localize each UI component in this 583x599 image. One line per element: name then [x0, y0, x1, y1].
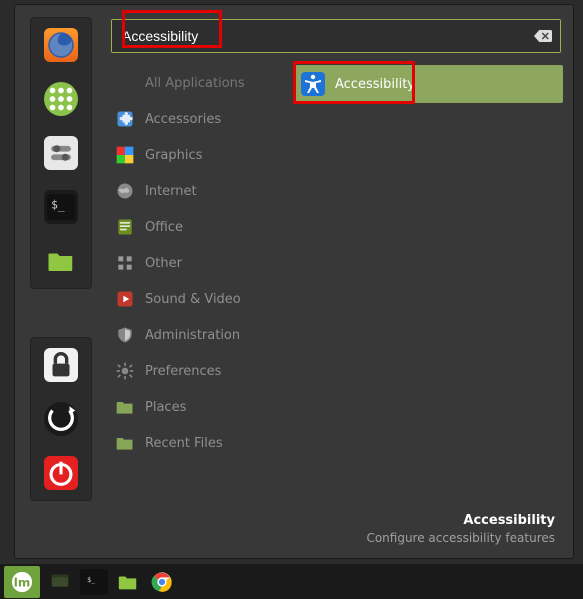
favorite-files[interactable] — [42, 244, 80, 278]
favorite-lock[interactable] — [44, 348, 78, 382]
gear-icon — [115, 361, 135, 381]
taskbar: lm $_ — [0, 564, 583, 599]
category-accessories[interactable]: Accessories — [111, 101, 289, 137]
search-field[interactable] — [111, 19, 561, 53]
category-sound-video[interactable]: Sound & Video — [111, 281, 289, 317]
favorite-power[interactable] — [44, 456, 78, 490]
svg-text:$_: $_ — [87, 575, 95, 583]
category-label: Office — [145, 220, 183, 235]
footer-title: Accessibility — [111, 512, 555, 530]
category-label: Sound & Video — [145, 292, 241, 307]
category-label: Recent Files — [145, 436, 223, 451]
search-input[interactable] — [122, 28, 524, 44]
favorite-firefox[interactable] — [44, 28, 78, 62]
favorite-terminal[interactable]: $_ — [44, 190, 78, 224]
taskbar-files[interactable] — [114, 569, 142, 595]
folder-icon — [115, 433, 135, 453]
category-places[interactable]: Places — [111, 389, 289, 425]
category-label: Internet — [145, 184, 197, 199]
category-administration[interactable]: Administration — [111, 317, 289, 353]
category-other[interactable]: Other — [111, 245, 289, 281]
taskbar-terminal[interactable]: $_ — [80, 569, 108, 595]
category-label: Administration — [145, 328, 240, 343]
play-icon — [115, 289, 135, 309]
category-label: Places — [145, 400, 186, 415]
category-all-applications[interactable]: All Applications — [111, 65, 289, 101]
menu-main: All Applications Accessories Graphics Inter… — [107, 5, 573, 558]
result-label: Accessibility — [335, 77, 415, 92]
clear-icon[interactable] — [534, 29, 552, 43]
category-internet[interactable]: Internet — [111, 173, 289, 209]
footer-desc: Configure accessibility features — [111, 530, 555, 546]
svg-text:lm: lm — [14, 575, 31, 589]
favorite-logout[interactable] — [44, 402, 78, 436]
accessibility-icon — [301, 72, 325, 96]
shield-icon — [115, 325, 135, 345]
puzzle-icon — [115, 109, 135, 129]
favorite-apps[interactable] — [44, 82, 78, 116]
globe-icon — [115, 181, 135, 201]
category-recent-files[interactable]: Recent Files — [111, 425, 289, 461]
grid-icon — [115, 253, 135, 273]
sheet-icon — [115, 217, 135, 237]
palette-icon — [115, 145, 135, 165]
category-label: Other — [145, 256, 182, 271]
category-label: Accessories — [145, 112, 221, 127]
category-graphics[interactable]: Graphics — [111, 137, 289, 173]
application-menu: $_ All Applications Accessories Graphics In… — [14, 4, 574, 559]
category-office[interactable]: Office — [111, 209, 289, 245]
result-accessibility[interactable]: Accessibility — [293, 65, 563, 103]
category-label: Preferences — [145, 364, 221, 379]
taskbar-chrome[interactable] — [148, 569, 176, 595]
categories-list: All Applications Accessories Graphics Inter… — [111, 65, 289, 506]
svg-text:$_: $_ — [51, 197, 65, 211]
category-label: All Applications — [145, 76, 245, 91]
favorite-settings[interactable] — [44, 136, 78, 170]
footer: Accessibility Configure accessibility fe… — [111, 506, 563, 550]
category-preferences[interactable]: Preferences — [111, 353, 289, 389]
results-list: Accessibility — [289, 65, 563, 506]
favorites-column: $_ — [15, 5, 107, 558]
mint-menu-button[interactable]: lm — [4, 566, 40, 598]
folder-icon — [115, 397, 135, 417]
category-label: Graphics — [145, 148, 202, 163]
taskbar-desktop[interactable] — [46, 569, 74, 595]
